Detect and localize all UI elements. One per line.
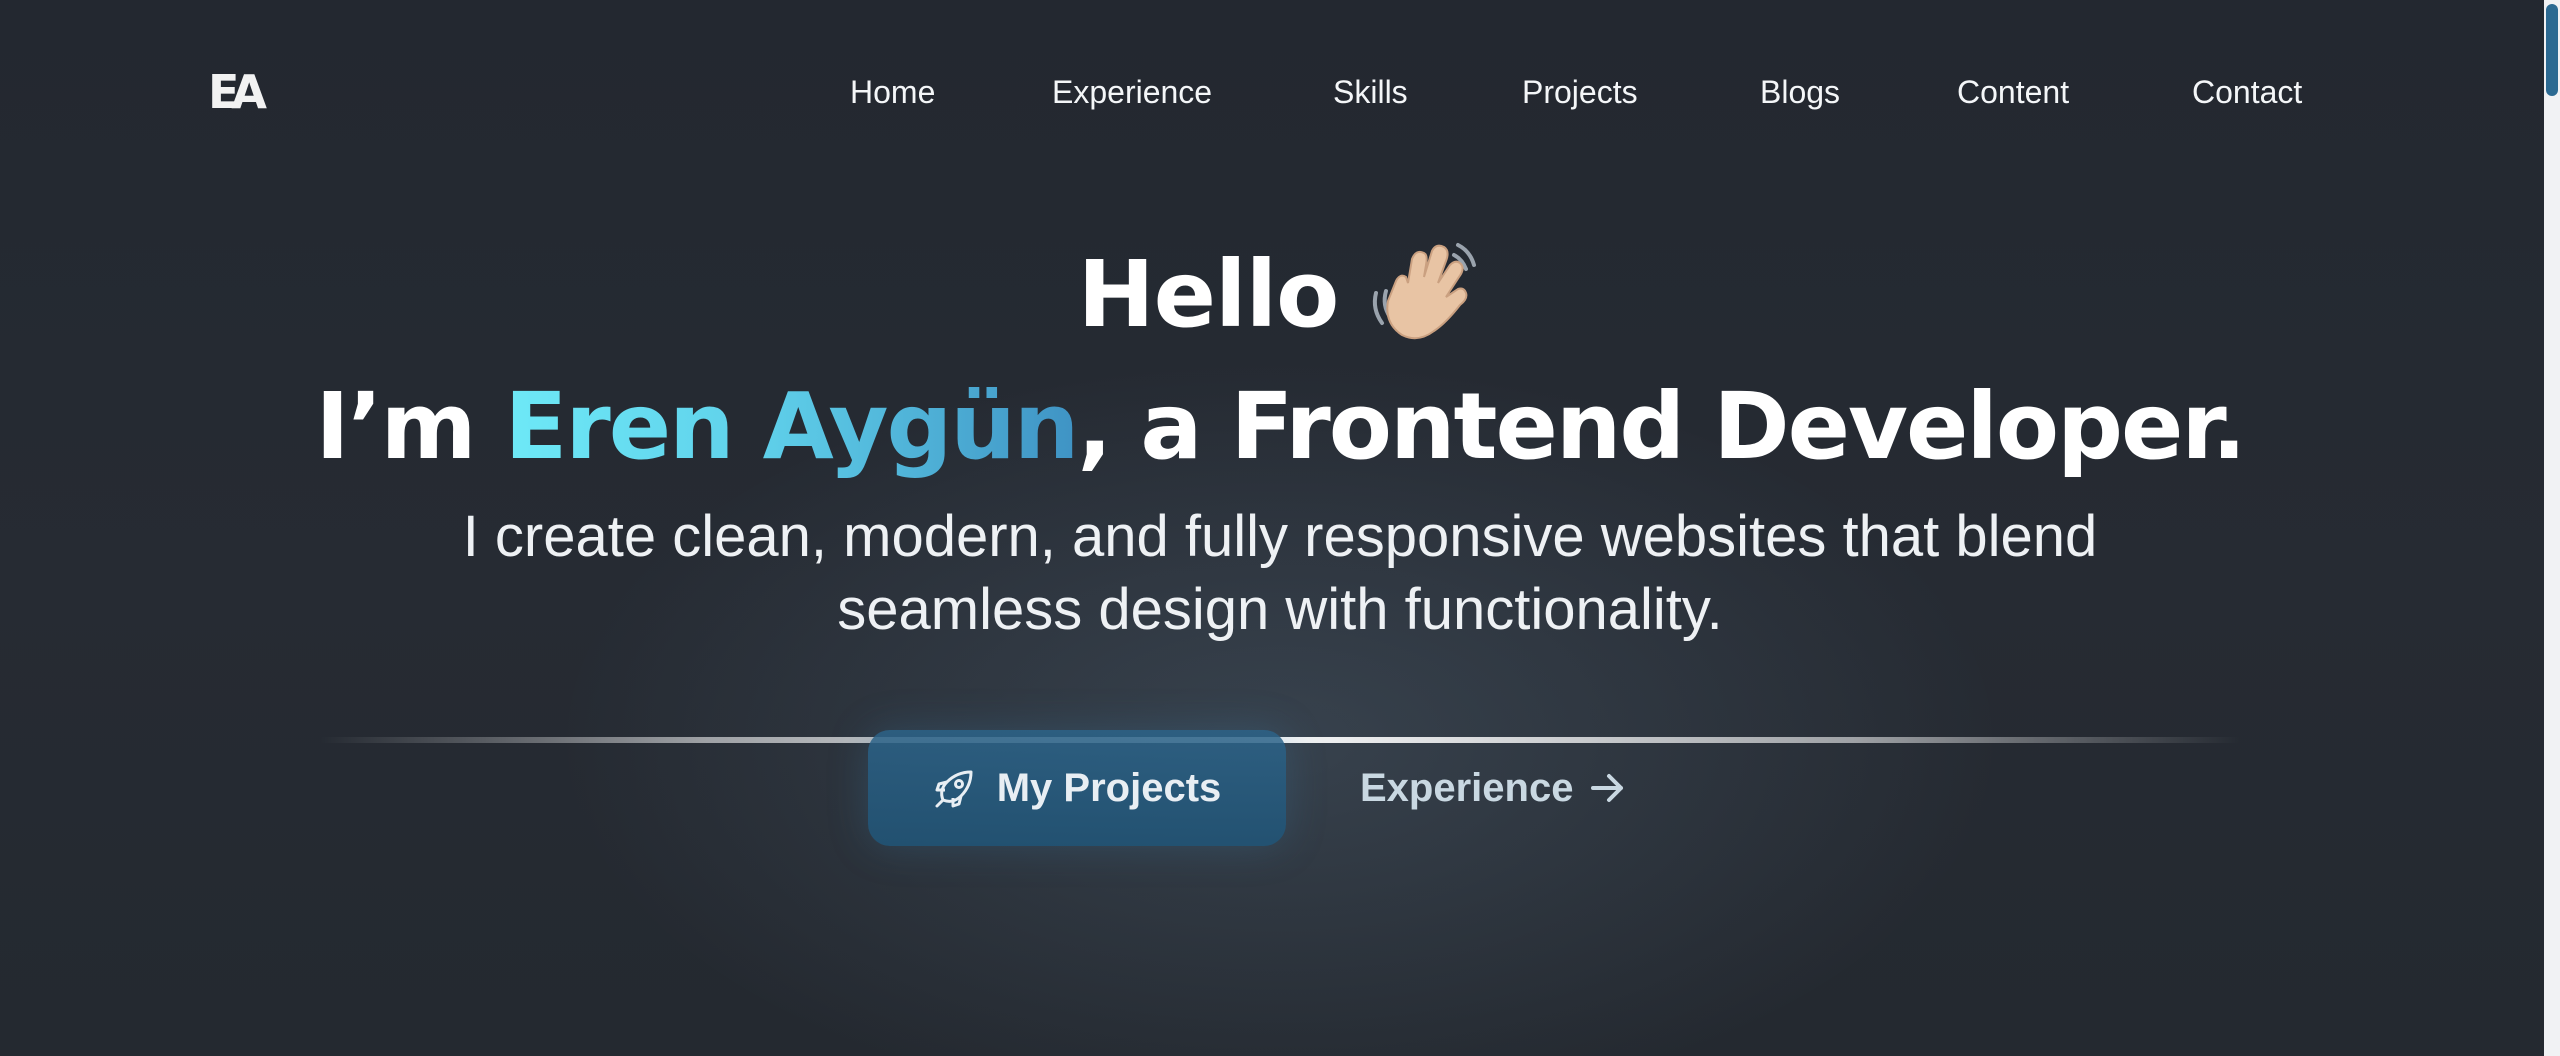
hello-text: Hello <box>1077 241 1340 348</box>
nav-content[interactable]: Content <box>1957 62 2069 122</box>
intro-prefix: I’m <box>315 373 505 480</box>
experience-link-button[interactable]: Experience <box>1360 730 1660 846</box>
scrollbar[interactable] <box>2544 0 2560 1056</box>
tagline-line-1: I create clean, modern, and fully respon… <box>462 504 2098 569</box>
waving-hand-icon <box>1362 231 1482 351</box>
my-projects-button[interactable]: My Projects <box>868 730 1286 846</box>
developer-name: Eren Aygün <box>504 373 1079 480</box>
nav-blogs[interactable]: Blogs <box>1760 62 1840 122</box>
intro-suffix: , a Frontend Developer. <box>1077 373 2246 480</box>
tagline-line-2: seamless design with functionality. <box>837 577 1723 642</box>
hero-headline: I’m Eren Aygün, a Frontend Developer. <box>0 362 2560 492</box>
nav-experience[interactable]: Experience <box>1052 62 1212 122</box>
experience-link-label: Experience <box>1360 765 1574 810</box>
my-projects-label: My Projects <box>996 765 1222 810</box>
scrollbar-thumb[interactable] <box>2546 4 2558 96</box>
nav-contact[interactable]: Contact <box>2192 62 2302 122</box>
nav-projects[interactable]: Projects <box>1522 62 1638 122</box>
nav-skills[interactable]: Skills <box>1333 62 1408 122</box>
hero-tagline: I create clean, modern, and fully respon… <box>330 500 2230 646</box>
page: EA Home Experience Skills Projects Blogs… <box>0 0 2560 1056</box>
nav-home[interactable]: Home <box>850 62 935 122</box>
arrow-right-icon <box>1589 769 1627 807</box>
main-nav: Home Experience Skills Projects Blogs Co… <box>0 62 2560 122</box>
rocket-icon <box>933 766 977 810</box>
hero-greeting: Hello <box>0 225 2560 365</box>
